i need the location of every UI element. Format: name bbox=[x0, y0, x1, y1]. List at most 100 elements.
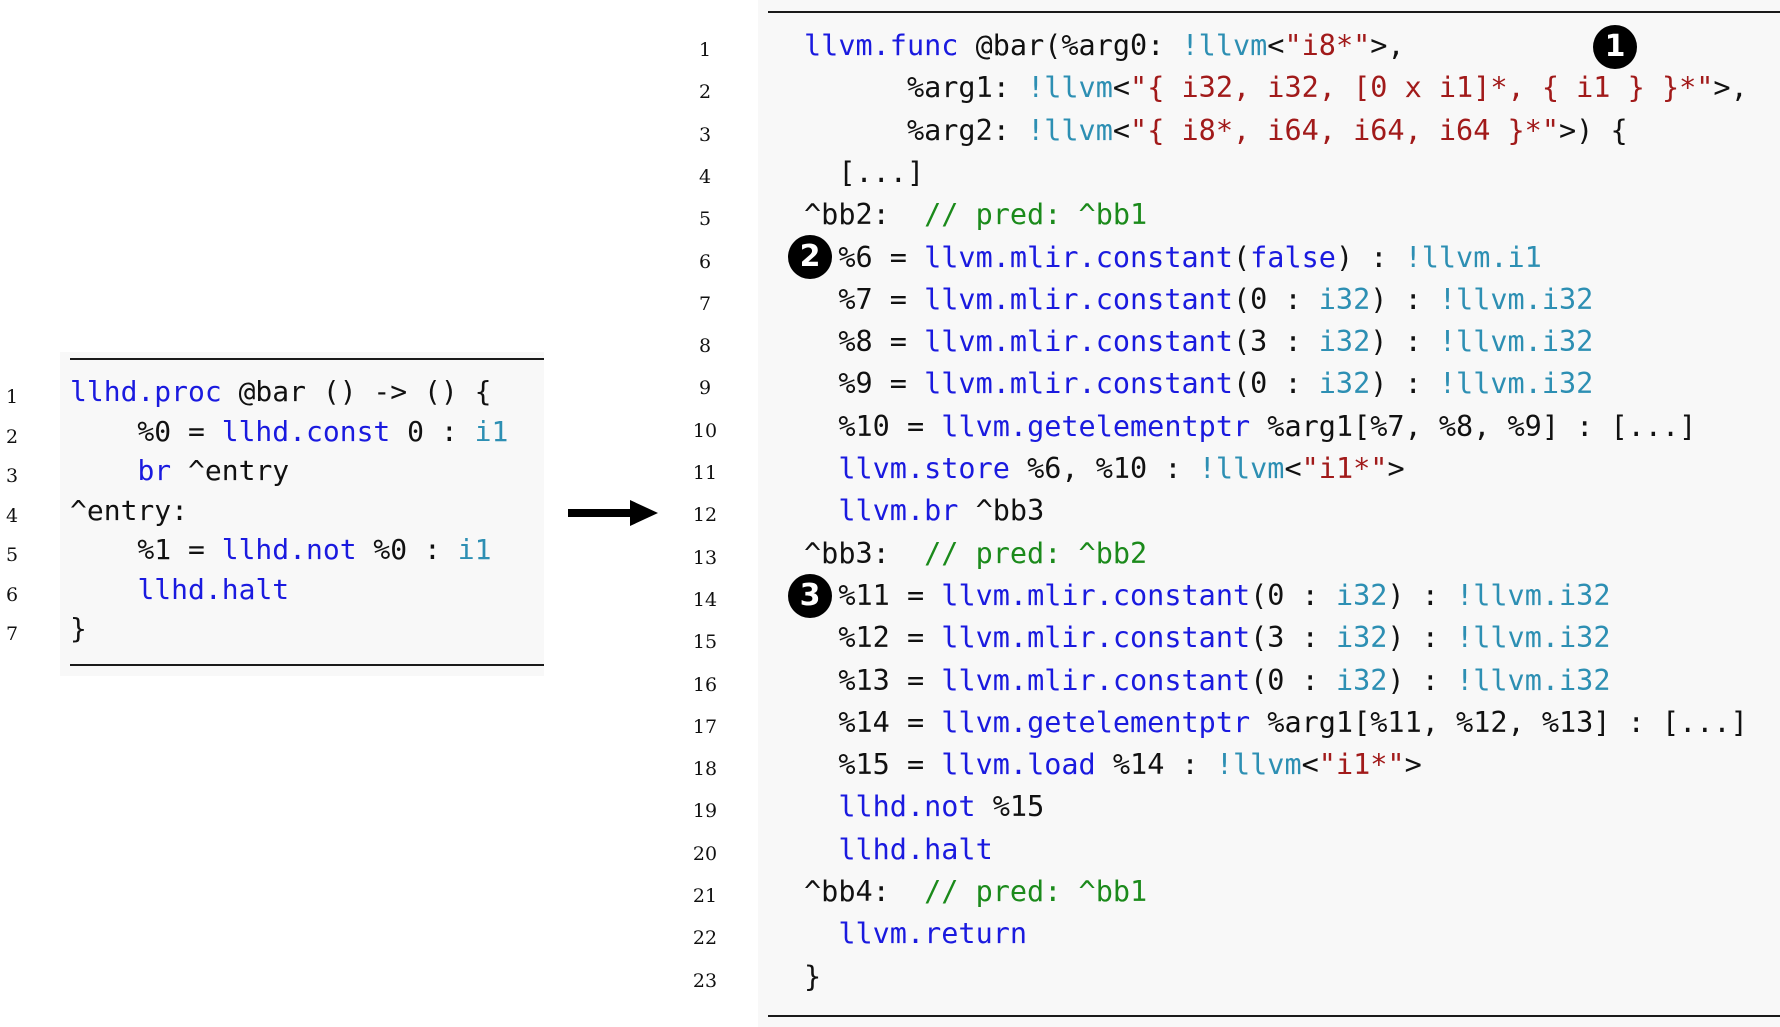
code-token-txt: %6, %10 : bbox=[1009, 452, 1199, 485]
code-line: ^entry: bbox=[70, 493, 189, 527]
line-number: 3 bbox=[698, 123, 712, 146]
badge-1: 1 bbox=[1593, 25, 1637, 69]
code-token-type: !llvm.i32 bbox=[1456, 578, 1611, 612]
code-token-kw: llvm.load bbox=[941, 748, 1096, 782]
code-token-type: !llvm bbox=[1027, 113, 1113, 147]
code-line: llhd.proc @bar () -> () { bbox=[70, 378, 491, 406]
code-token-txt: >) { bbox=[1559, 113, 1628, 147]
code-token-cmt: // pred: ^bb1 bbox=[924, 198, 1148, 232]
code-token-txt: %9 = bbox=[804, 367, 925, 401]
line-number: 10 bbox=[692, 419, 718, 442]
code-token-type: i1 bbox=[457, 533, 492, 566]
line-number: 13 bbox=[692, 546, 718, 569]
code-token-txt: @bar () -> () { bbox=[221, 375, 492, 408]
code-token-type: !llvm bbox=[1215, 748, 1302, 782]
code-line: ^bb3: // pred: ^bb2 bbox=[804, 536, 1148, 570]
code-line: llvm.store %6, %10 : !llvm<"i1*"> bbox=[804, 452, 1405, 485]
code-line: llhd.halt bbox=[804, 833, 992, 866]
code-token-type: !llvm bbox=[1181, 29, 1268, 62]
right-bottom-rule bbox=[768, 1015, 1780, 1017]
code-line: ^bb4: // pred: ^bb1 bbox=[804, 875, 1148, 908]
code-token-txt: < bbox=[1112, 113, 1131, 147]
line-number: 4 bbox=[698, 165, 712, 188]
code-token-kw: llhd.proc bbox=[70, 375, 222, 408]
code-token-txt: ) : bbox=[1387, 578, 1457, 612]
code-token-txt: %14 = bbox=[804, 705, 942, 739]
line-number: 6 bbox=[5, 583, 19, 606]
code-token-txt: < bbox=[1267, 29, 1285, 62]
code-token-txt: >, bbox=[1370, 29, 1405, 62]
code-token-txt: ^bb2: bbox=[804, 198, 925, 232]
code-token-type: i32 bbox=[1318, 282, 1371, 316]
code-token-str: "i1*" bbox=[1318, 748, 1405, 782]
code-line: } bbox=[804, 959, 822, 993]
line-number: 6 bbox=[698, 250, 712, 273]
line-number: 7 bbox=[698, 292, 712, 315]
code-line: %arg2: !llvm<"{ i8*, i64, i64, i64 }*">)… bbox=[804, 113, 1628, 147]
code-token-str: "{ i8*, i64, i64, i64 }*" bbox=[1130, 113, 1559, 147]
code-token-txt: ) : bbox=[1387, 663, 1457, 697]
code-token-kw: llvm.mlir.constant bbox=[924, 240, 1233, 274]
code-token-txt: } bbox=[804, 959, 822, 993]
code-token-txt: ^entry: bbox=[70, 493, 189, 527]
code-token-cmt: // pred: ^bb1 bbox=[924, 875, 1148, 908]
code-line: %7 = llvm.mlir.constant(0 : i32) : !llvm… bbox=[804, 282, 1594, 316]
code-line: } bbox=[70, 615, 87, 643]
code-token-txt: (0 : bbox=[1250, 663, 1336, 697]
code-token-type: !llvm.i1 bbox=[1404, 240, 1542, 274]
code-line: %15 = llvm.load %14 : !llvm<"i1*"> bbox=[804, 748, 1422, 782]
code-line: %11 = llvm.mlir.constant(0 : i32) : !llv… bbox=[804, 578, 1611, 612]
code-token-str: "{ i32, i32, [0 x i1]*, { i1 } }*" bbox=[1130, 71, 1714, 105]
line-number: 2 bbox=[698, 81, 712, 104]
code-token-type: i32 bbox=[1318, 325, 1371, 359]
code-token-txt: > bbox=[1387, 452, 1405, 485]
code-token-txt: (0 : bbox=[1250, 578, 1336, 612]
code-line: %14 = llvm.getelementptr %arg1[%11, %12,… bbox=[804, 705, 1747, 739]
line-number: 15 bbox=[692, 631, 718, 654]
code-line: %10 = llvm.getelementptr %arg1[%7, %8, %… bbox=[804, 409, 1697, 443]
line-number: 14 bbox=[692, 588, 718, 611]
code-token-type: !llvm.i32 bbox=[1456, 621, 1611, 655]
code-token-txt: ^bb4: bbox=[804, 875, 925, 908]
line-number: 20 bbox=[692, 842, 718, 865]
code-token-type: i1 bbox=[474, 414, 509, 448]
code-line: %0 = llhd.const 0 : i1 bbox=[70, 414, 509, 448]
code-token-cmt: // pred: ^bb2 bbox=[924, 536, 1148, 570]
code-line: llhd.not %15 bbox=[804, 793, 1044, 822]
code-token-txt: (0 : bbox=[1232, 367, 1319, 401]
code-token-txt: ^bb3: bbox=[804, 536, 925, 570]
code-line: br ^entry bbox=[70, 457, 289, 485]
code-token-txt: < bbox=[1284, 452, 1302, 485]
code-token-txt: ) : bbox=[1370, 367, 1439, 401]
code-token-kw: llhd.halt bbox=[137, 572, 290, 606]
code-token-txt: %1 = bbox=[70, 533, 222, 566]
code-line: %6 = llvm.mlir.constant(false) : !llvm.i… bbox=[804, 240, 1542, 274]
code-token-type: !llvm.i32 bbox=[1438, 282, 1594, 316]
line-number: 21 bbox=[692, 885, 718, 907]
line-number: 22 bbox=[692, 927, 718, 950]
code-token-txt: %arg1[%7, %8, %9] : [...] bbox=[1250, 409, 1697, 443]
code-token-txt: %12 = bbox=[804, 621, 942, 655]
code-token-txt: >, bbox=[1713, 71, 1748, 105]
line-number: 5 bbox=[5, 544, 19, 566]
code-token-kw: llvm.getelementptr bbox=[941, 409, 1251, 443]
code-token-txt: > bbox=[1404, 748, 1422, 782]
code-token-str: "i8*" bbox=[1284, 29, 1371, 62]
line-number: 3 bbox=[5, 465, 19, 487]
code-token-type: !llvm.i32 bbox=[1438, 325, 1594, 359]
code-token-txt: %13 = bbox=[804, 663, 942, 697]
code-token-txt: ) : bbox=[1335, 240, 1405, 274]
line-number: 7 bbox=[5, 623, 19, 645]
code-token-kw: llvm.mlir.constant bbox=[941, 621, 1251, 655]
line-number: 19 bbox=[692, 800, 718, 823]
code-token-txt: ) : bbox=[1387, 621, 1457, 655]
left-bottom-rule bbox=[70, 664, 544, 666]
code-token-txt: %0 : bbox=[356, 533, 458, 566]
code-token-txt: (3 : bbox=[1232, 325, 1319, 359]
code-token-kw: false bbox=[1250, 240, 1336, 274]
code-token-kw: llvm.func bbox=[804, 29, 959, 62]
